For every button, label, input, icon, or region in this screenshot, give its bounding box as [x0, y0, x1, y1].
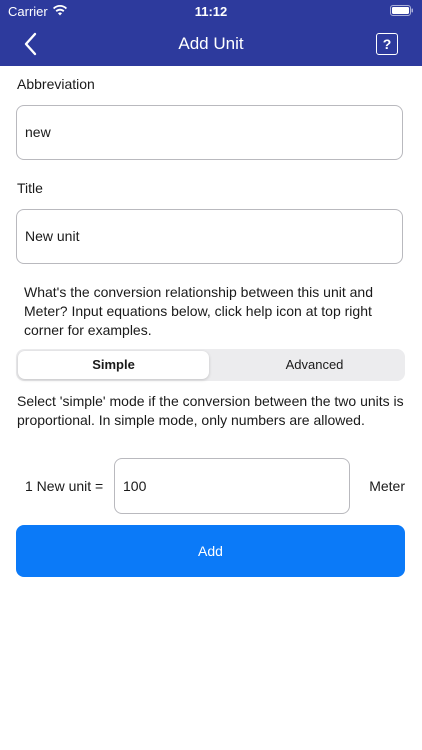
top-bar: Carrier 11:12 Add Unit ?: [0, 0, 422, 66]
add-unit-screen: Carrier 11:12 Add Unit ? Abbreviation ne…: [0, 0, 422, 750]
title-label: Title: [17, 180, 43, 196]
title-field[interactable]: New unit: [16, 209, 403, 264]
help-button[interactable]: ?: [376, 33, 398, 55]
conversion-instructions: What's the conversion relationship betwe…: [24, 284, 373, 338]
tab-simple[interactable]: Simple: [18, 351, 209, 379]
conversion-value-input[interactable]: 100: [114, 458, 350, 514]
abbreviation-field[interactable]: new: [16, 105, 403, 160]
clock: 11:12: [194, 4, 228, 19]
home-indicator-area: [0, 720, 422, 750]
battery-icon: [390, 5, 413, 16]
nav-bar: Add Unit ?: [0, 22, 422, 66]
mode-description: Select 'simple' mode if the conversion b…: [17, 393, 404, 428]
tab-advanced[interactable]: Advanced: [226, 351, 403, 379]
status-bar: Carrier 11:12: [0, 0, 422, 22]
page-title: Add Unit: [178, 34, 244, 53]
equation-unit-label: Meter: [369, 478, 405, 494]
equation-left-label: 1 New unit =: [25, 478, 104, 494]
mode-segmented-control: Simple Advanced: [16, 349, 405, 381]
add-button[interactable]: Add: [16, 525, 405, 577]
abbreviation-label: Abbreviation: [17, 76, 95, 92]
